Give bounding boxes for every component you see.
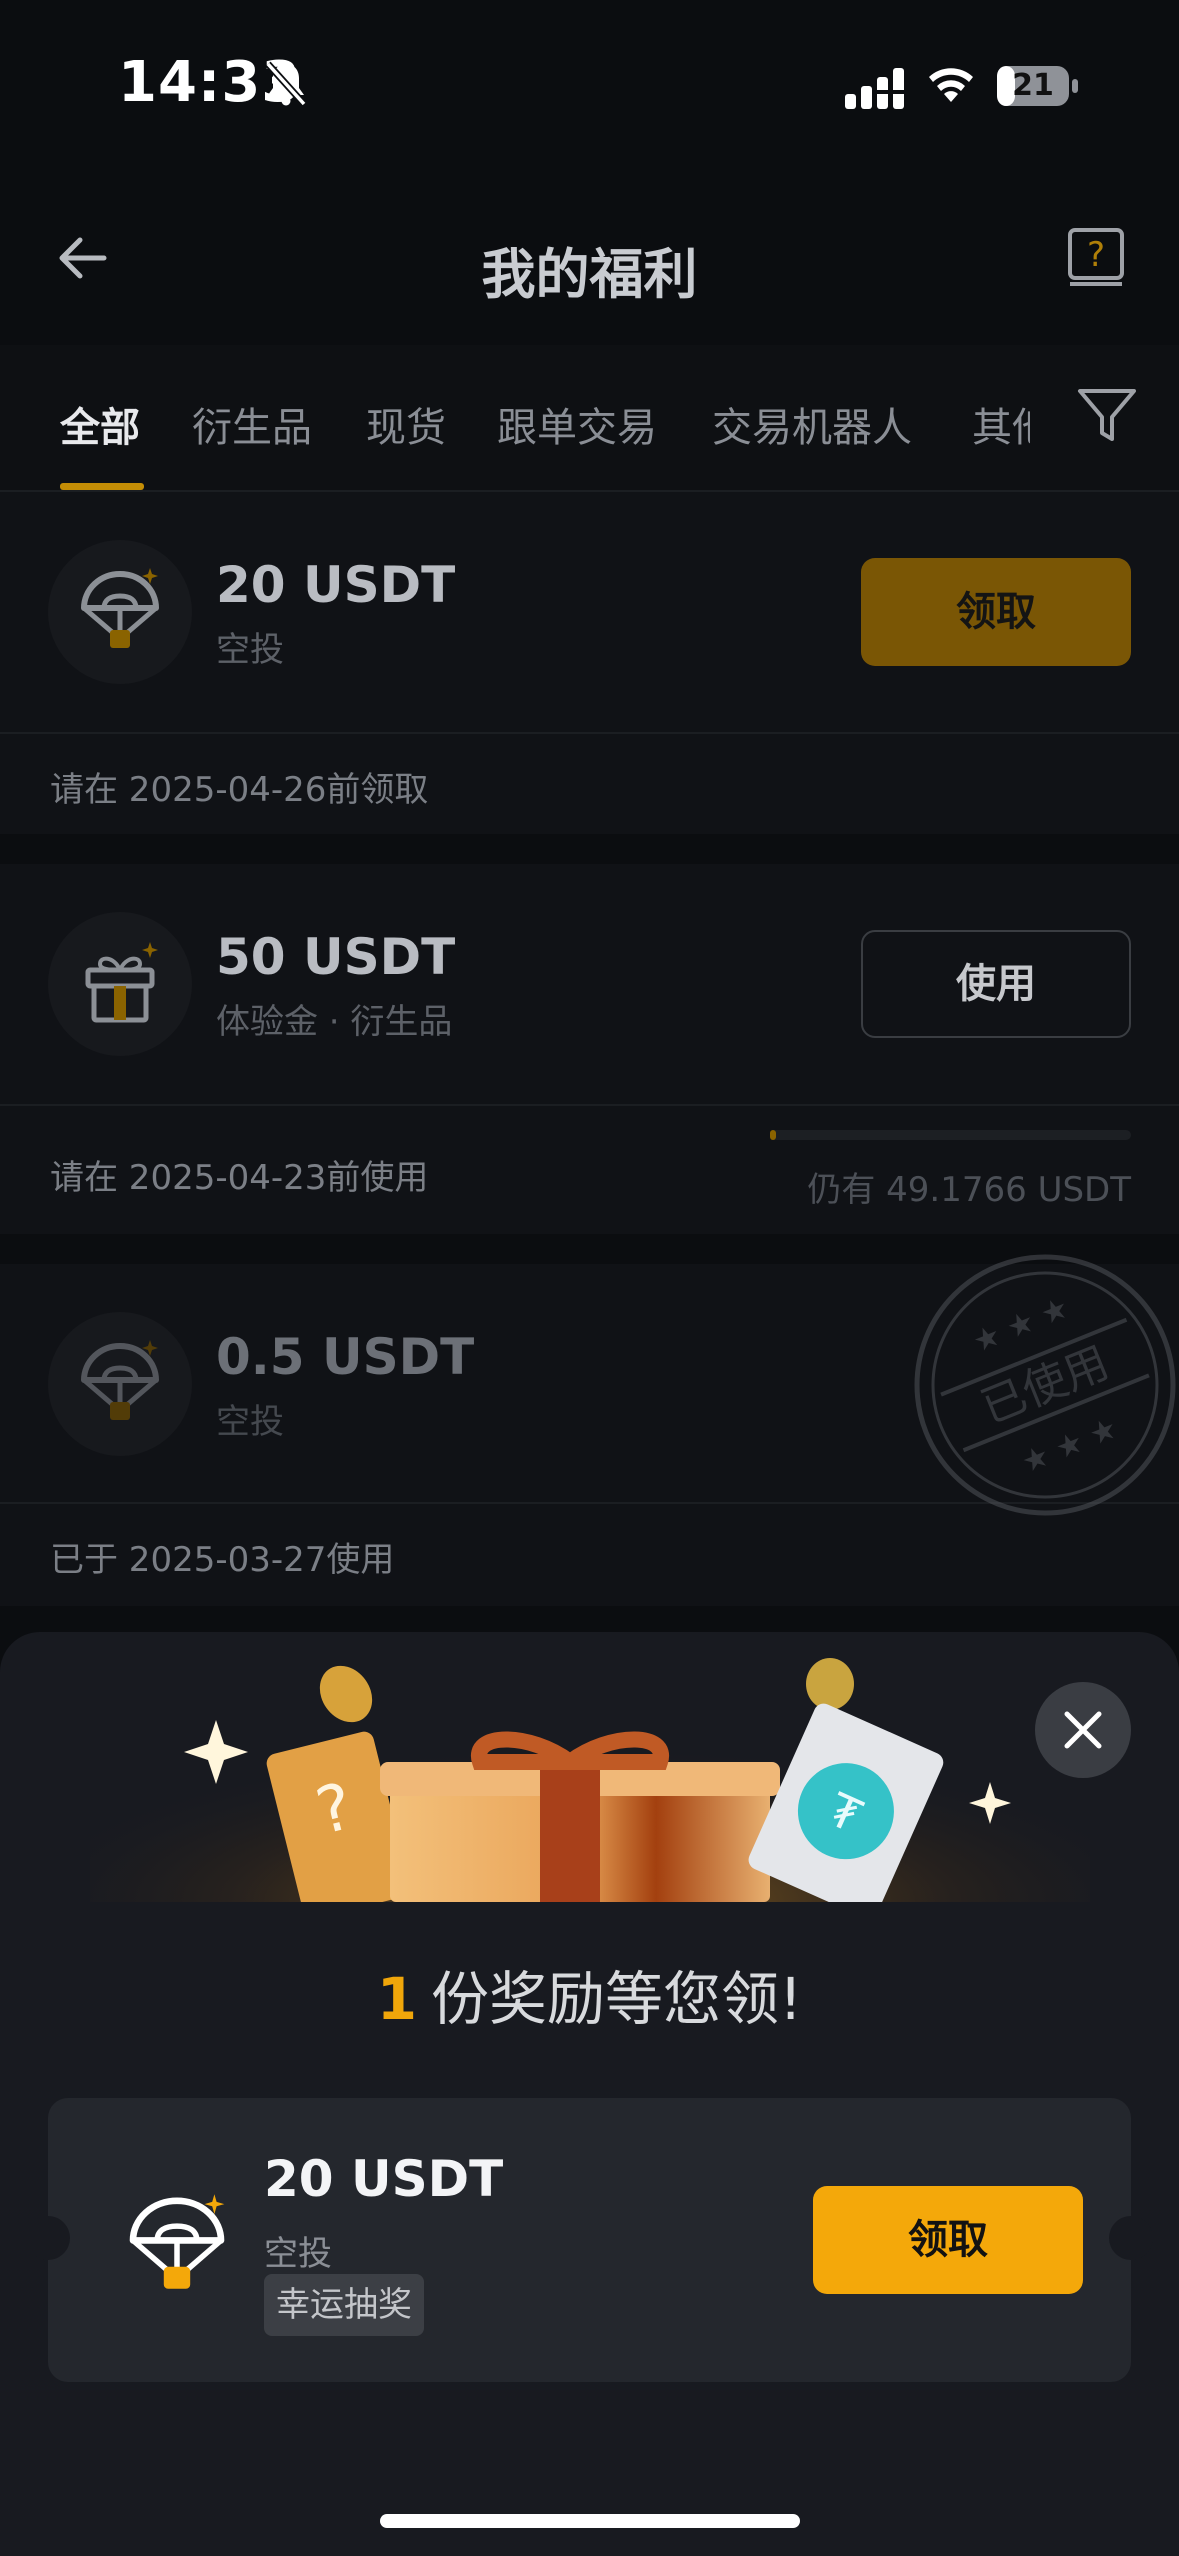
tab-other-clip: 其他	[970, 385, 1030, 455]
gift-icon-badge	[48, 912, 192, 1056]
card-footer: 请在 2025-04-23前使用 仍有 49.1766 USDT	[0, 1104, 1179, 1236]
lucky-draw-badge: 幸运抽奖	[264, 2274, 424, 2336]
parachute-icon	[129, 2194, 225, 2289]
popup-claim-button[interactable]: 领取	[813, 2186, 1083, 2294]
cellular-signal-icon	[845, 68, 907, 109]
nav-header: 我的福利 ?	[0, 190, 1179, 340]
page-title: 我的福利	[481, 243, 698, 306]
reward-amount: 20 USDT	[216, 556, 456, 614]
airdrop-icon-badge	[48, 540, 192, 684]
card-footer: 请在 2025-04-26前领取	[0, 732, 1179, 836]
reward-card: 20 USDT 空投 领取 请在 2025-04-26前领取	[0, 492, 1179, 834]
headline-text: 份奖励等您领!	[431, 1965, 803, 2033]
reward-count: 1	[376, 1965, 418, 2033]
filter-icon[interactable]	[1076, 385, 1138, 447]
use-button[interactable]: 使用	[861, 930, 1131, 1038]
popup-reward-type: 空投	[264, 2234, 332, 2274]
deadline-note: 请在 2025-04-23前使用	[50, 1158, 429, 1198]
ticket-notch-left	[26, 2216, 70, 2260]
page: 14:33 21 我的福利 ? 全部 衍生品 现货 跟单交易 交易机器人 其 2…	[0, 0, 1179, 2556]
parachute-icon	[81, 568, 159, 648]
claim-button[interactable]: 领取	[861, 558, 1131, 666]
bell-off-icon	[265, 61, 307, 107]
deadline-note: 请在 2025-04-26前领取	[50, 770, 429, 810]
popup-headline: 1 份奖励等您领!	[0, 1952, 1179, 2036]
battery-indicator: 21	[996, 64, 1080, 108]
reward-popup-sheet: ? ₮ 1 份奖励等您领! 20 USDT 空投 幸运抽奖 领取	[0, 1632, 1179, 2556]
battery-level: 21	[1012, 68, 1054, 103]
reward-type: 体验金 · 衍生品	[216, 1002, 453, 1042]
tab-spot[interactable]: 现货	[366, 395, 446, 453]
wifi-icon	[929, 68, 973, 102]
used-stamp: 已使用 ★ ★ ★ ★ ★ ★	[914, 1254, 1176, 1516]
airdrop-icon-badge	[48, 1312, 192, 1456]
popup-reward-amount: 20 USDT	[264, 2150, 504, 2208]
popup-reward-card: 20 USDT 空投 幸运抽奖 领取	[26, 2098, 1153, 2382]
reward-amount: 50 USDT	[216, 928, 456, 986]
parachute-icon	[81, 1340, 159, 1420]
gift-banner-illustration: ? ₮	[90, 1632, 1090, 1902]
category-tabs: 全部 衍生品 现货 跟单交易 交易机器人 其他	[0, 345, 1179, 492]
remaining-balance: 仍有 49.1766 USDT	[807, 1170, 1131, 1210]
close-icon	[1064, 1711, 1102, 1749]
tab-derivatives[interactable]: 衍生品	[192, 395, 312, 453]
balance-progress-fill	[770, 1130, 777, 1140]
close-button[interactable]	[1035, 1682, 1131, 1778]
used-date-note: 已于 2025-03-27使用	[50, 1540, 395, 1580]
reward-type: 空投	[216, 1402, 284, 1442]
balance-progress-bar	[770, 1130, 1131, 1140]
active-tab-indicator	[60, 483, 144, 490]
status-bar: 14:33 21	[0, 0, 1179, 170]
tab-all[interactable]: 全部	[60, 395, 140, 453]
reward-card: 50 USDT 体验金 · 衍生品 使用 请在 2025-04-23前使用 仍有…	[0, 864, 1179, 1234]
tab-copy-trading[interactable]: 跟单交易	[497, 395, 657, 453]
ticket-notch-right	[1109, 2216, 1153, 2260]
help-book-icon[interactable]: ?	[1066, 226, 1126, 290]
gift-icon	[85, 942, 158, 1023]
svg-text:★ ★ ★: ★ ★ ★	[968, 1290, 1074, 1360]
home-indicator	[380, 2514, 800, 2528]
reward-amount: 0.5 USDT	[216, 1328, 475, 1386]
reward-type: 空投	[216, 630, 284, 670]
svg-text:?: ?	[1087, 235, 1105, 275]
tab-other[interactable]: 其他	[972, 395, 1030, 453]
tab-trading-bot[interactable]: 交易机器人	[712, 395, 912, 453]
